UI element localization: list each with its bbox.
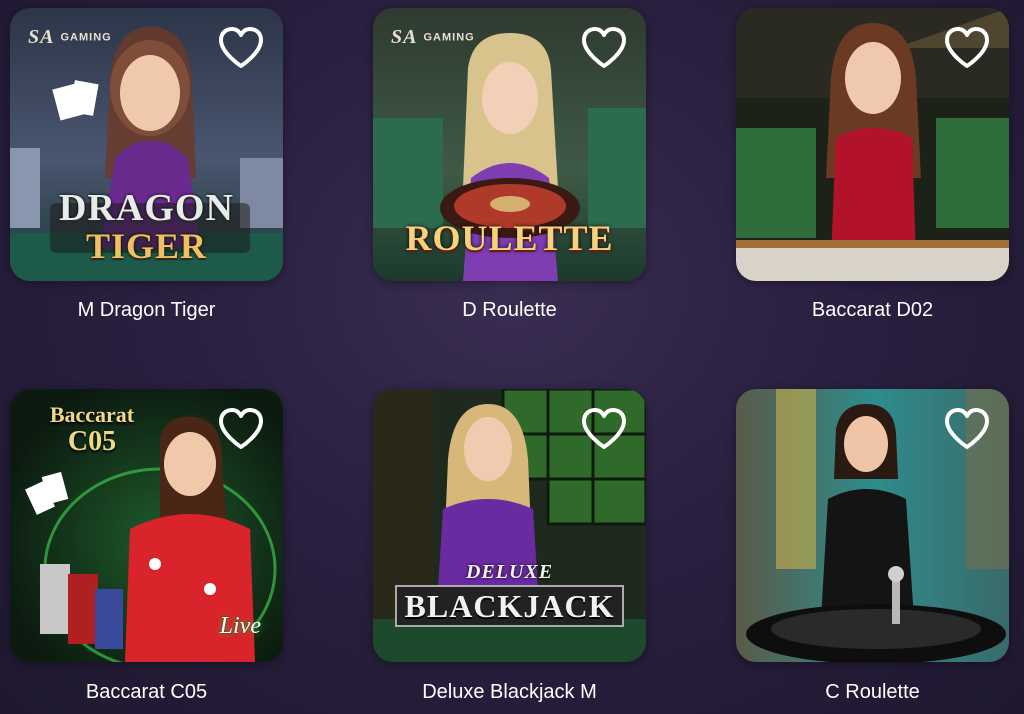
game-title[interactable]: M Dragon Tiger (10, 298, 283, 322)
heart-outline-icon (945, 27, 989, 68)
game-thumbnail[interactable] (736, 389, 1009, 662)
favorite-button[interactable] (580, 407, 628, 451)
game-title[interactable]: D Roulette (373, 298, 646, 322)
game-thumbnail[interactable]: Baccarat C05 Live (10, 389, 283, 662)
game-card-c-roulette[interactable]: C Roulette (736, 389, 1009, 703)
game-thumbnail[interactable]: SA GAMING ROULETTE (373, 8, 646, 281)
badge-line-1: Baccarat (49, 402, 135, 427)
logo-line-2: BLACKJACK (394, 585, 625, 627)
game-title[interactable]: C Roulette (736, 680, 1009, 704)
sa-gaming-brand: SA GAMING (391, 26, 475, 49)
game-logo: ROULETTE (373, 218, 646, 258)
brand-label: GAMING (423, 31, 475, 44)
game-thumbnail[interactable]: DELUXE BLACKJACK (373, 389, 646, 662)
game-logo: DELUXE BLACKJACK (373, 561, 646, 627)
logo-line-1: DRAGON (59, 187, 234, 229)
heart-outline-icon (582, 408, 626, 449)
game-card-d-roulette[interactable]: SA GAMING ROULETTE D Roulette (373, 8, 646, 321)
game-thumbnail[interactable] (736, 8, 1009, 281)
heart-outline-icon (219, 27, 263, 68)
game-logo: DRAGON TIGER (10, 188, 283, 264)
favorite-button[interactable] (580, 26, 628, 70)
logo-line-1: ROULETTE (405, 218, 614, 258)
game-card-baccarat-d02[interactable]: Baccarat D02 (736, 8, 1009, 321)
brand-label: GAMING (60, 31, 112, 44)
brand-mark: SA (391, 26, 418, 48)
brand-mark: SA (28, 26, 55, 48)
game-card-baccarat-c05[interactable]: Baccarat C05 Live Baccarat C05 (10, 389, 283, 703)
game-card-deluxe-blackjack-m[interactable]: DELUXE BLACKJACK Deluxe Blackjack M (373, 389, 646, 703)
heart-outline-icon (219, 408, 263, 449)
game-card-m-dragon-tiger[interactable]: SA GAMING DRAGON TIGER M Dragon Tiger (10, 8, 283, 321)
badge-line-2: C05 (67, 426, 117, 457)
favorite-button[interactable] (217, 26, 265, 70)
heart-outline-icon (582, 27, 626, 68)
game-title[interactable]: Baccarat C05 (10, 680, 283, 704)
live-label: Live (219, 613, 261, 639)
game-title[interactable]: Deluxe Blackjack M (373, 680, 646, 704)
game-badge: Baccarat C05 (32, 403, 152, 457)
logo-line-1: DELUXE (465, 561, 554, 583)
game-thumbnail[interactable]: SA GAMING DRAGON TIGER (10, 8, 283, 281)
favorite-button[interactable] (943, 26, 991, 70)
game-title[interactable]: Baccarat D02 (736, 298, 1009, 322)
sa-gaming-brand: SA GAMING (28, 26, 112, 49)
logo-line-2: TIGER (85, 226, 208, 266)
game-grid: SA GAMING DRAGON TIGER M Dragon Tiger SA… (0, 0, 1024, 714)
favorite-button[interactable] (217, 407, 265, 451)
favorite-button[interactable] (943, 407, 991, 451)
heart-outline-icon (945, 408, 989, 449)
